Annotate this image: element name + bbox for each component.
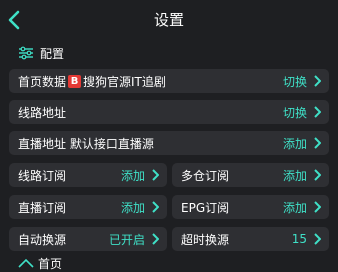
row-line-subscription[interactable]: 线路订阅 添加 <box>9 163 167 187</box>
row-label: 自动换源 <box>18 232 67 247</box>
section-header-home: 首页 <box>18 255 62 272</box>
row-value: 添加 <box>120 168 145 183</box>
row-label: 直播地址 默认接口直播源 <box>18 136 154 151</box>
row-multi-repo-subscription[interactable]: 多仓订阅 添加 <box>172 163 329 187</box>
row-live-address[interactable]: 直播地址 默认接口直播源 添加 <box>9 131 329 155</box>
row-value: 切换 <box>282 74 307 89</box>
source-badge: B <box>68 74 82 88</box>
row-label: 多仓订阅 <box>181 168 230 183</box>
chevron-right-icon <box>314 75 321 87</box>
row-label: 超时换源 <box>181 232 230 247</box>
section-label: 配置 <box>40 46 65 61</box>
chevron-right-icon <box>314 106 321 118</box>
row-value: 切换 <box>282 105 307 120</box>
row-label: 首页数据 B 搜狗官源IT追剧 <box>18 73 283 90</box>
row-label-suffix: 搜狗官源IT追剧 <box>83 74 166 89</box>
top-bar: 设置 <box>0 0 338 40</box>
section-label: 首页 <box>38 257 63 271</box>
row-label: EPG订阅 <box>181 200 230 215</box>
row-value: 添加 <box>282 200 307 215</box>
row-value: 添加 <box>282 168 307 183</box>
row-timeout-switch-source[interactable]: 超时换源 15 <box>172 227 329 251</box>
chevron-right-icon <box>152 169 159 181</box>
chevron-right-icon <box>152 201 159 213</box>
home-icon <box>18 258 34 268</box>
row-value: 添加 <box>282 136 307 151</box>
row-label: 线路订阅 <box>18 168 67 183</box>
chevron-right-icon <box>314 233 321 245</box>
row-value: 添加 <box>120 200 145 215</box>
chevron-right-icon <box>314 137 321 149</box>
row-value: 15 <box>291 232 307 246</box>
sliders-icon <box>19 46 33 60</box>
page-title: 设置 <box>153 11 184 29</box>
row-value: 已开启 <box>108 232 145 247</box>
row-home-data[interactable]: 首页数据 B 搜狗官源IT追剧 切换 <box>9 69 329 93</box>
chevron-right-icon <box>314 169 321 181</box>
row-live-subscription[interactable]: 直播订阅 添加 <box>9 195 167 219</box>
row-label: 线路地址 <box>18 105 67 120</box>
row-epg-subscription[interactable]: EPG订阅 添加 <box>172 195 329 219</box>
row-auto-switch-source[interactable]: 自动换源 已开启 <box>9 227 167 251</box>
row-line-address[interactable]: 线路地址 切换 <box>9 100 329 124</box>
row-label-prefix: 首页数据 <box>18 74 67 89</box>
row-label: 直播订阅 <box>18 200 67 215</box>
chevron-right-icon <box>314 201 321 213</box>
chevron-right-icon <box>152 233 159 245</box>
section-header-config: 配置 <box>18 44 64 62</box>
